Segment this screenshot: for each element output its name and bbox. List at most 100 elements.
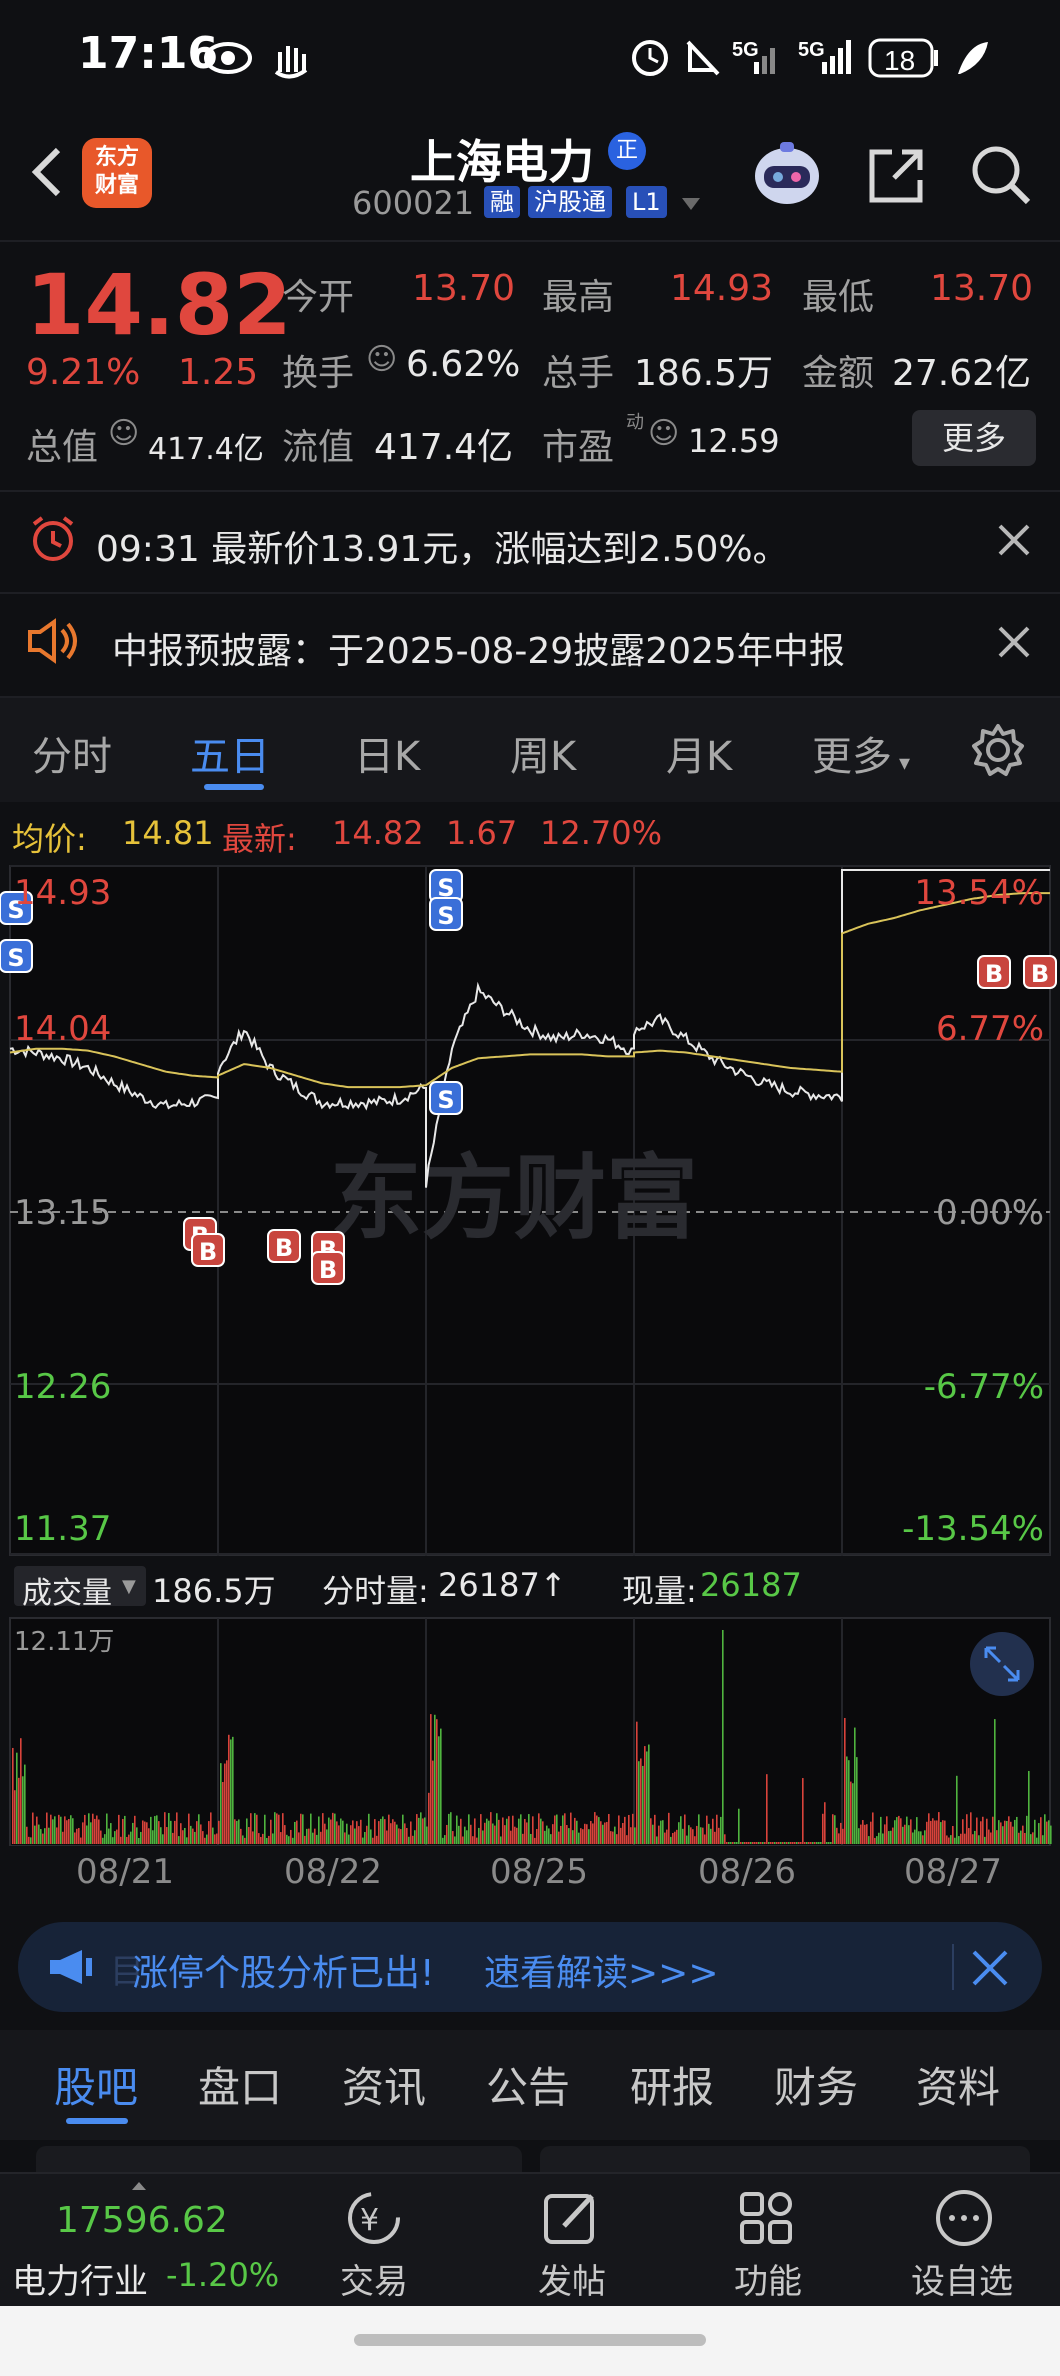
volume-bar [848, 1760, 850, 1844]
sell-marker[interactable]: S [429, 897, 463, 931]
volume-bar [956, 1775, 958, 1844]
sell-marker[interactable]: S [429, 1081, 463, 1115]
volume-bar [758, 1842, 760, 1844]
close-icon[interactable] [996, 624, 1032, 660]
sell-marker[interactable]: S [0, 939, 33, 973]
volume-bar [810, 1842, 812, 1844]
tab-week-k[interactable]: 周K [510, 724, 576, 782]
svg-text:S: S [437, 1086, 454, 1114]
function-grid-icon[interactable] [736, 2186, 800, 2250]
total-volume: 186.5万 [152, 1572, 276, 1610]
volume-bar [122, 1818, 124, 1844]
search-icon[interactable] [968, 142, 1034, 208]
volume-bar [438, 1736, 440, 1844]
indicator-selector[interactable]: 成交量 ▼ [14, 1566, 146, 1611]
volume-bar [856, 1757, 858, 1844]
close-icon[interactable] [996, 522, 1032, 558]
dropdown-triangle-icon[interactable] [680, 196, 702, 212]
volume-bar [410, 1821, 412, 1844]
volume-bar [782, 1842, 784, 1844]
more-button[interactable]: 更多 [912, 410, 1036, 466]
robot-assistant-icon[interactable] [750, 136, 824, 210]
buy-marker[interactable]: B [977, 955, 1011, 989]
volume-bar [606, 1821, 608, 1844]
limit-up-banner[interactable]: 目 涨停个股分析已出! 速看解读>>> [18, 1922, 1042, 2012]
tab-profile[interactable]: 资料 [916, 2054, 1000, 2115]
volume-bar [1014, 1819, 1016, 1844]
expand-button[interactable] [970, 1632, 1034, 1696]
info-icon[interactable]: ☺ [648, 416, 679, 451]
info-icon[interactable]: ☺ [108, 416, 139, 451]
amount-value: 27.62亿 [892, 353, 1032, 394]
volume-bar [638, 1761, 640, 1844]
float-label: 流值 [282, 427, 355, 468]
volume-bar [890, 1830, 892, 1844]
trade-button[interactable]: 交易 [304, 2254, 444, 2303]
volume-bar [546, 1825, 548, 1844]
volume-bar [582, 1829, 584, 1844]
info-icon[interactable]: ☺ [366, 342, 397, 377]
more-dots-icon[interactable] [932, 2186, 996, 2250]
tab-intraday[interactable]: 分时 [32, 724, 112, 782]
volume-bar [456, 1815, 458, 1844]
settings-gear-icon[interactable] [970, 722, 1026, 778]
volume-bar [478, 1827, 480, 1844]
status-bar: 17:16 5G 5G 18 [0, 0, 1060, 120]
tab-announcement[interactable]: 公告 [486, 2054, 570, 2115]
tab-research[interactable]: 研报 [630, 2054, 714, 2115]
volume-bar [494, 1825, 496, 1844]
buy-marker[interactable]: B [267, 1229, 301, 1263]
volume-bar [930, 1820, 932, 1844]
volume-bar [868, 1836, 870, 1844]
volume-bar [114, 1831, 116, 1844]
volume-bar [960, 1833, 962, 1844]
trade-icon[interactable]: ¥ [340, 2186, 408, 2250]
volume-bar [300, 1813, 302, 1844]
volume-bar [564, 1813, 566, 1844]
share-icon[interactable] [864, 144, 928, 208]
volume-bar [336, 1821, 338, 1844]
volume-bar [50, 1814, 52, 1844]
close-icon[interactable] [970, 1948, 1010, 1988]
eastmoney-logo[interactable]: 东方 财富 [82, 138, 152, 208]
post-button[interactable]: 发帖 [502, 2254, 642, 2303]
tab-day-k[interactable]: 日K [354, 724, 420, 782]
volume-bar [116, 1829, 118, 1844]
buy-marker[interactable]: B [1023, 955, 1057, 989]
buy-marker[interactable]: B [191, 1233, 225, 1267]
index-value[interactable]: 17596.62 [56, 2200, 228, 2241]
function-button[interactable]: 功能 [698, 2254, 838, 2303]
edit-post-icon[interactable] [540, 2186, 604, 2250]
tab-five-day[interactable]: 五日 [190, 724, 270, 782]
status-icons-left [204, 42, 308, 79]
volume-bar [854, 1727, 856, 1844]
back-arrow-icon[interactable] [20, 142, 80, 202]
tab-month-k[interactable]: 月K [666, 724, 732, 782]
volume-bar [630, 1827, 632, 1844]
index-name[interactable]: 电力行业 [12, 2254, 148, 2303]
volume-bar [722, 1630, 724, 1844]
home-indicator[interactable] [354, 2334, 706, 2346]
volume-bar [512, 1815, 514, 1844]
volume-bar [296, 1820, 298, 1844]
volume-bar [80, 1837, 82, 1844]
price-alert[interactable]: 09:31 最新价13.91元，涨幅达到2.50%。 [0, 492, 1060, 590]
volume-bar [1036, 1837, 1038, 1844]
volume-chart[interactable]: 12.11万 [0, 1616, 1060, 1846]
add-watchlist-button[interactable]: 设自选 [892, 2254, 1032, 2303]
report-alert[interactable]: 中报预披露：于2025-08-29披露2025年中报 [0, 594, 1060, 692]
volume-bar [670, 1836, 672, 1844]
tab-finance[interactable]: 财务 [774, 2054, 858, 2115]
volume-bar [656, 1836, 658, 1844]
tab-more[interactable]: 更多 ▾ [812, 724, 910, 782]
tab-pankou[interactable]: 盘口 [198, 2054, 282, 2115]
banner-link[interactable]: 速看解读>>> [484, 1944, 719, 1996]
tab-news[interactable]: 资讯 [342, 2054, 426, 2115]
buy-marker[interactable]: B [311, 1251, 345, 1285]
volume-bar [382, 1816, 384, 1844]
price-chart[interactable]: 东方财富 SSSSSBBBBBBB 14.93 14.04 13.15 12.2… [0, 864, 1060, 1556]
tab-guba[interactable]: 股吧 [54, 2054, 138, 2115]
volume-bar [820, 1842, 822, 1844]
volume-bar [928, 1813, 930, 1844]
volume-bar [276, 1813, 278, 1844]
